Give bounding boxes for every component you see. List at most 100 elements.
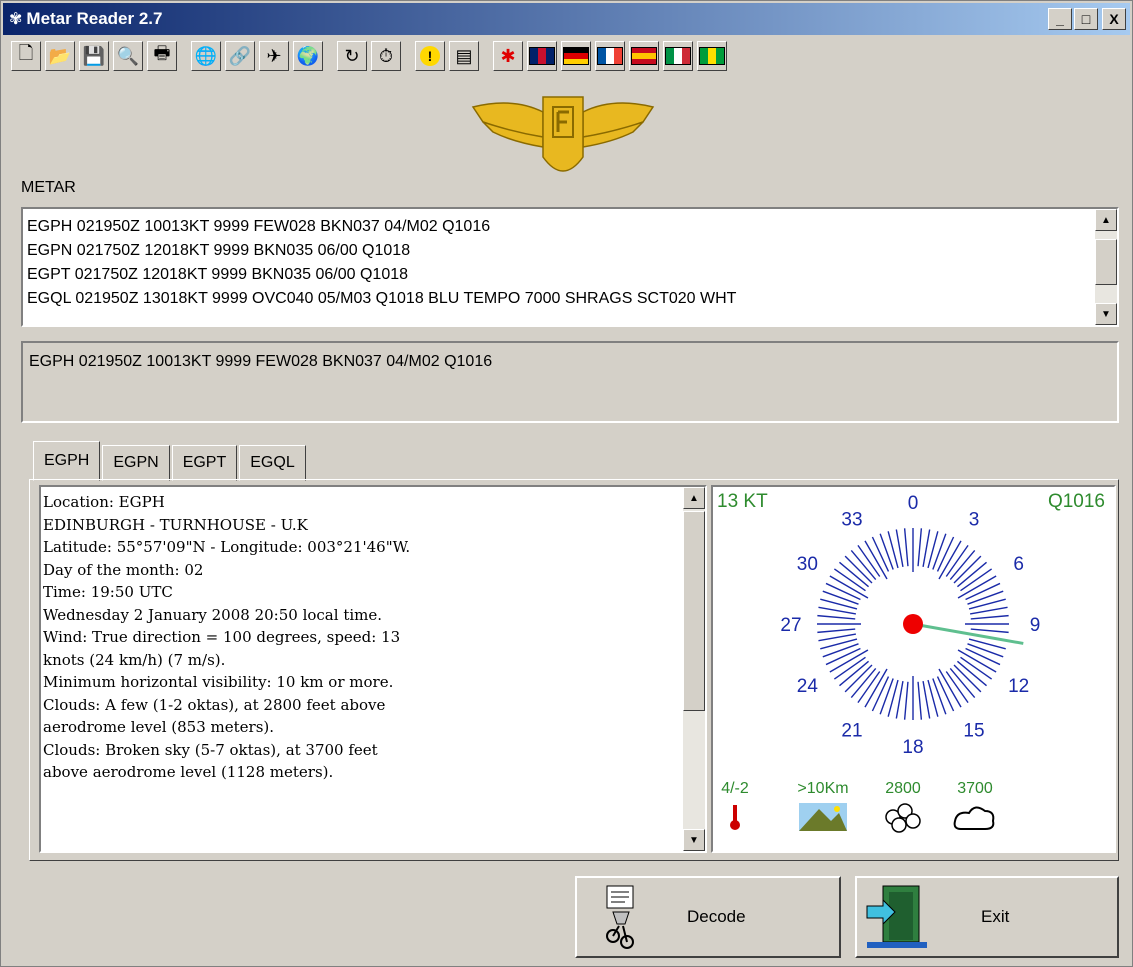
french-flag-icon (597, 47, 623, 65)
compass-label: 9 (1030, 615, 1041, 636)
tab-egql[interactable]: EGQL (239, 445, 306, 481)
compass-tick (917, 528, 923, 567)
print-preview-button[interactable]: 🔍 (113, 41, 143, 71)
scroll-up-arrow-icon[interactable]: ▲ (1095, 209, 1117, 231)
compass-tick (818, 633, 857, 642)
refresh-button[interactable]: ↻ (337, 41, 367, 71)
timer-button[interactable]: ⏱ (371, 41, 401, 71)
metar-list-item[interactable]: EGPN 021750Z 12018KT 9999 BKN035 06/00 Q… (27, 239, 736, 263)
decoded-scrollbar[interactable]: ▲ ▼ (683, 487, 705, 851)
scroll-thumb[interactable] (1095, 239, 1117, 285)
visibility-value: >10Km (797, 780, 848, 797)
compass-tick (820, 638, 858, 650)
wind-direction-needle (912, 622, 1024, 645)
internet-button[interactable]: 🌍 (293, 41, 323, 71)
pressure-label: Q1016 (1048, 491, 1105, 512)
station-tabs: EGPH EGPN EGPT EGQL (33, 441, 308, 481)
compass-tick (820, 598, 858, 610)
title-bar[interactable]: ✾ Metar Reader 2.7 _ □ X (3, 3, 1130, 35)
scroll-up-arrow-icon[interactable]: ▲ (683, 487, 705, 509)
tab-egph[interactable]: EGPH (33, 441, 101, 481)
print-button[interactable]: 🖶 (147, 41, 177, 71)
compass-tick (932, 533, 947, 570)
search-airport-button[interactable]: 🔗 (225, 41, 255, 71)
close-button[interactable]: X (1102, 8, 1126, 30)
compass-tick (967, 643, 1004, 658)
save-icon: 💾 (82, 45, 106, 66)
toolbar: 🗋 📂 💾 🔍 🖶 🌐 🔗 ✈ 🌍 ↻ ⏱! ▤ ✱ (11, 39, 731, 73)
database-button[interactable]: ▤ (449, 41, 479, 71)
compass-tick (970, 628, 1009, 634)
metar-listbox[interactable]: EGPH 021950Z 10013KT 9999 FEW028 BKN037 … (21, 207, 1119, 327)
scroll-thumb[interactable] (683, 511, 705, 711)
scroll-down-arrow-icon[interactable]: ▼ (683, 829, 705, 851)
compass-label: 18 (902, 737, 923, 758)
open-folder-button[interactable]: 📂 (45, 41, 75, 71)
decode-button-label: Decode (687, 907, 746, 926)
tab-egpt[interactable]: EGPT (171, 445, 238, 481)
timer-icon: ⏱ (378, 45, 394, 66)
spanish-flag-icon (631, 47, 657, 65)
metar-list-item[interactable]: EGQL 021950Z 13018KT 9999 OVC040 05/M03 … (27, 287, 736, 311)
compass-label: 27 (780, 615, 801, 636)
compass-label: 24 (797, 676, 819, 697)
uk-flag-language-button[interactable] (527, 41, 557, 71)
compass-label: 21 (841, 721, 862, 742)
italian-flag-language-button[interactable] (663, 41, 693, 71)
globe-icon: 🌐 (194, 45, 218, 66)
german-flag-language-button[interactable] (561, 41, 591, 71)
compass-tick (969, 606, 1008, 615)
airplane-button[interactable]: ✈ (259, 41, 289, 71)
temperature-value: 4/-2 (721, 780, 749, 797)
app-window: ✾ Metar Reader 2.7 _ □ X 🗋 📂 💾 🔍 🖶 🌐 🔗 ✈ 🌍 ↻ ⏱! ▤ ✱ … (0, 0, 1133, 967)
decoded-line: knots (24 km/h) (7 m/s). (43, 650, 226, 669)
decode-button[interactable]: Decode (575, 876, 841, 958)
decoded-line: aerodrome level (853 meters). (43, 718, 275, 736)
new-document-icon: 🗋 (18, 43, 34, 63)
german-flag-icon (563, 47, 589, 65)
metar-list-item[interactable]: EGPT 021750Z 12018KT 9999 BKN035 06/00 Q… (27, 263, 736, 287)
decoded-textbox[interactable]: Location: EGPH EDINBURGH - TURNHOUSE - U.… (39, 485, 707, 853)
wings-logo (471, 96, 655, 172)
globe-button[interactable]: 🌐 (191, 41, 221, 71)
metar-label: METAR (21, 179, 76, 196)
tab-egpn[interactable]: EGPN (102, 445, 170, 481)
few-clouds-icon (885, 803, 921, 833)
brazil-flag-language-button[interactable] (697, 41, 727, 71)
italian-flag-icon (665, 47, 691, 65)
metar-lines: EGPH 021950Z 10013KT 9999 FEW028 BKN037 … (27, 215, 736, 311)
compass-tick (879, 678, 894, 715)
new-document-button[interactable]: 🗋 (11, 41, 41, 71)
compass-label: 33 (841, 509, 862, 530)
metar-scrollbar[interactable]: ▲ ▼ (1095, 209, 1117, 325)
exit-button[interactable]: Exit (855, 876, 1119, 958)
decoded-line: Time: 19:50 UTC (43, 583, 173, 601)
window-title: Metar Reader 2.7 (26, 9, 163, 28)
compass-tick (895, 680, 904, 719)
french-flag-language-button[interactable] (595, 41, 625, 71)
minimize-button[interactable]: _ (1048, 8, 1072, 30)
compass-tick (967, 590, 1004, 605)
decode-icon (606, 885, 634, 949)
uk-flag-icon (529, 47, 555, 65)
compass-tick (917, 681, 923, 720)
refresh-icon: ↻ (344, 45, 360, 66)
metar-list-item[interactable]: EGPH 021950Z 10013KT 9999 FEW028 BKN037 … (27, 215, 736, 239)
save-button[interactable]: 💾 (79, 41, 109, 71)
scroll-down-arrow-icon[interactable]: ▼ (1095, 303, 1117, 325)
search-airport-icon: 🔗 (228, 45, 252, 66)
compass-tick (932, 678, 947, 715)
maximize-button[interactable]: □ (1074, 8, 1098, 30)
decoded-line: Clouds: A few (1-2 oktas), at 2800 feet … (43, 695, 386, 714)
airplane-icon: ✈ (266, 45, 282, 66)
warning-button[interactable]: ! (415, 41, 445, 71)
internet-icon: 🌍 (296, 45, 320, 66)
compass-tick (817, 614, 856, 620)
compass-tick (822, 643, 859, 658)
compass-label: 15 (963, 721, 984, 742)
spanish-flag-language-button[interactable] (629, 41, 659, 71)
open-folder-icon: 📂 (48, 45, 72, 66)
star-button[interactable]: ✱ (493, 41, 523, 71)
compass-tick (879, 533, 894, 570)
compass-tick (903, 528, 909, 567)
